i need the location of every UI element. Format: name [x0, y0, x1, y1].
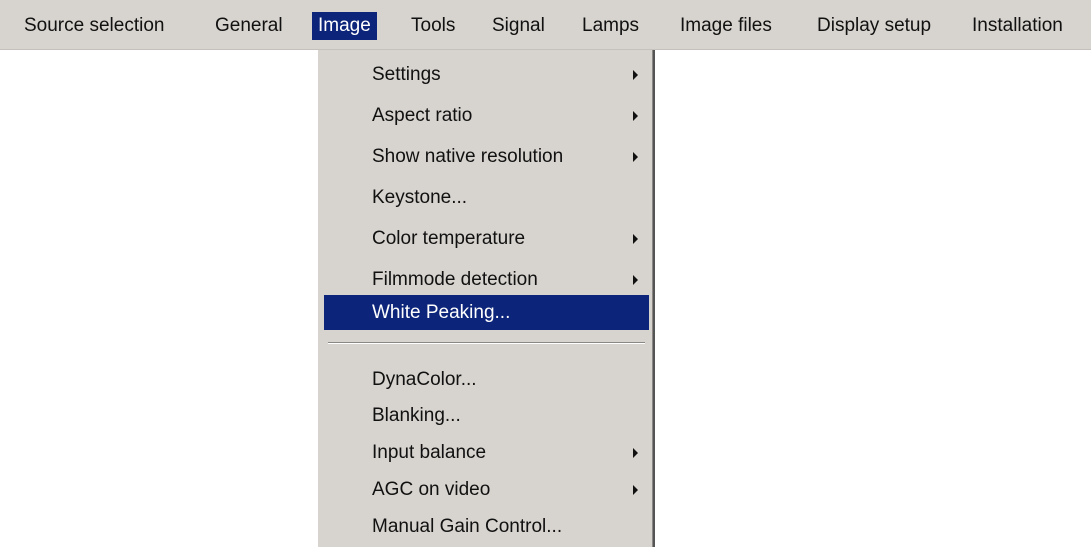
submenu-arrow-icon: [633, 70, 638, 80]
menu-item-settings[interactable]: Settings: [324, 57, 649, 92]
submenu-arrow-icon: [633, 275, 638, 285]
menu-signal[interactable]: Signal: [486, 12, 551, 40]
menu-item-manual-gain-control[interactable]: Manual Gain Control...: [324, 509, 649, 544]
menu-item-label: White Peaking...: [372, 302, 511, 323]
menu-separator: [328, 342, 645, 344]
submenu-arrow-icon: [633, 448, 638, 458]
menu-image-files[interactable]: Image files: [674, 12, 778, 40]
menu-item-show-native-resolution[interactable]: Show native resolution: [324, 139, 649, 174]
menu-image[interactable]: Image: [312, 12, 377, 40]
submenu-arrow-icon: [633, 485, 638, 495]
menu-item-label: Input balance: [372, 442, 487, 463]
menu-item-label: Color temperature: [372, 228, 526, 249]
menu-tools[interactable]: Tools: [405, 12, 461, 40]
menu-item-blanking[interactable]: Blanking...: [324, 398, 649, 433]
menu-lamps[interactable]: Lamps: [576, 12, 645, 40]
menu-item-filmmode-detection[interactable]: Filmmode detection: [324, 262, 649, 297]
menu-item-label: Filmmode detection: [372, 269, 538, 290]
menu-display-setup[interactable]: Display setup: [811, 12, 937, 40]
menu-item-white-peaking[interactable]: White Peaking...: [324, 295, 649, 330]
menu-source-selection[interactable]: Source selection: [18, 12, 170, 40]
submenu-arrow-icon: [633, 152, 638, 162]
menu-installation[interactable]: Installation: [966, 12, 1069, 40]
menu-item-label: Show native resolution: [372, 146, 564, 167]
menu-item-label: Aspect ratio: [372, 105, 473, 126]
menu-item-aspect-ratio[interactable]: Aspect ratio: [324, 98, 649, 133]
menu-item-label: AGC on video: [372, 479, 491, 500]
menu-item-keystone[interactable]: Keystone...: [324, 180, 649, 215]
menu-item-input-balance[interactable]: Input balance: [324, 435, 649, 470]
menu-general[interactable]: General: [209, 12, 289, 40]
menu-item-label: Keystone...: [372, 187, 468, 208]
submenu-arrow-icon: [633, 111, 638, 121]
menu-item-label: DynaColor...: [372, 369, 477, 390]
menu-item-color-temperature[interactable]: Color temperature: [324, 221, 649, 256]
menu-item-label: Blanking...: [372, 405, 461, 426]
menu-item-label: Manual Gain Control...: [372, 516, 563, 537]
submenu-arrow-icon: [633, 234, 638, 244]
image-dropdown-menu: Settings Aspect ratio Show native resolu…: [316, 50, 655, 547]
menu-item-label: Settings: [372, 64, 441, 85]
menu-bar: Source selection General Image Tools Sig…: [0, 0, 1091, 50]
menu-item-agc-on-video[interactable]: AGC on video: [324, 472, 649, 507]
menu-item-dynacolor[interactable]: DynaColor...: [324, 362, 649, 397]
